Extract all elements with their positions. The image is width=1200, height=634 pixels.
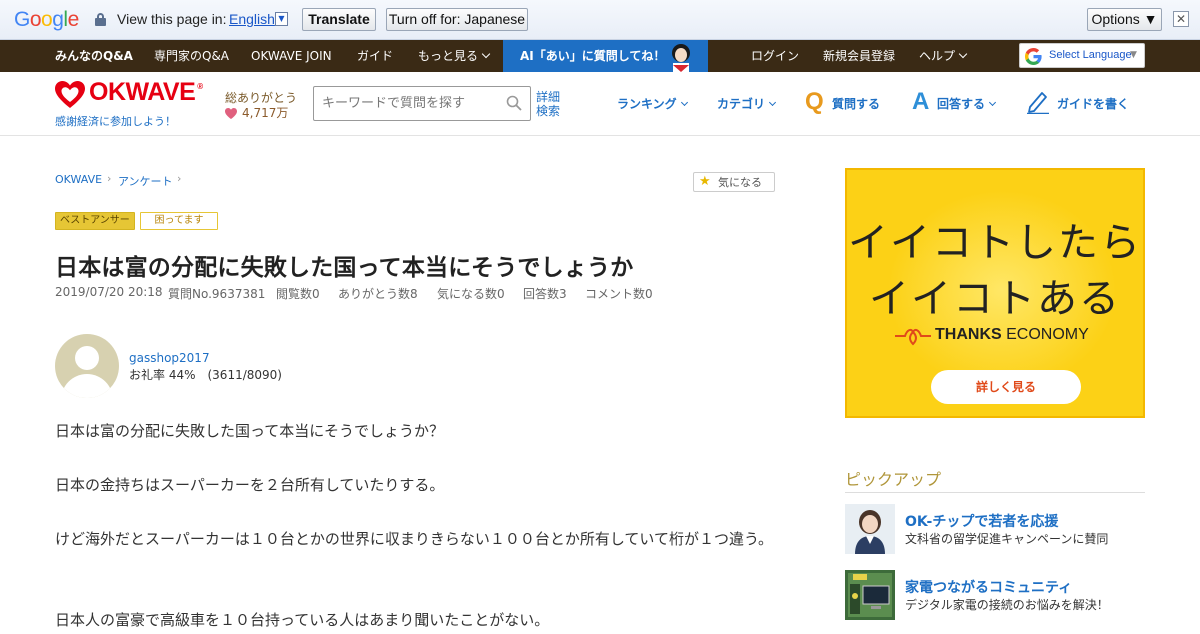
comment-count: コメント数0 (585, 287, 653, 301)
pickup-item-desc: 文科省の留学促進キャンペーンに賛同 (905, 532, 1109, 546)
answer-menu[interactable]: 回答する (937, 95, 997, 112)
learn-more-button[interactable]: 詳しく見る (931, 370, 1081, 404)
google-logo: Google (14, 8, 79, 31)
view-count: 閲覧数0 (276, 287, 320, 301)
ad-headline-2: イイコトある (869, 276, 1121, 322)
kininaru-count: 気になる数0 (437, 287, 505, 301)
question-title: 日本は富の分配に失敗した国って本当にそうでしょうか (55, 255, 634, 281)
brand-bold: THANKS (935, 326, 1002, 343)
ask-question-link[interactable]: 質問する (832, 95, 880, 112)
dropdown-arrow-icon: ▼ (1130, 50, 1137, 60)
chevron-down-icon (768, 98, 777, 107)
translate-button[interactable]: Translate (302, 8, 376, 31)
chevron-down-icon (481, 49, 491, 59)
lock-icon (95, 13, 106, 26)
question-body-paragraph: 日本の金持ちはスーパーカーを２台所有していたりする。 (55, 476, 445, 494)
category-label: カテゴリ (717, 97, 766, 111)
question-number: 質問No.9637381 (168, 287, 266, 301)
search-box (313, 86, 531, 121)
help-menu[interactable]: ヘルプ (919, 40, 968, 72)
chevron-down-icon (680, 98, 688, 107)
ai-banner-text: AI「あい」に質問してね！ (520, 49, 666, 63)
pickup-item-desc: デジタル家電の接続のお悩みを解決！ (905, 598, 1109, 612)
category-menu[interactable]: カテゴリ (717, 95, 777, 112)
brand-text: THANKS ECONOMY (935, 326, 1089, 344)
write-guide-link[interactable]: ガイドを書く (1057, 95, 1129, 112)
question-date: 2019/07/20 20:18 (55, 285, 163, 299)
breadcrumb-survey[interactable]: アンケート (118, 173, 173, 189)
answer-count: 回答数3 (523, 287, 567, 301)
ad-headline-1: イイコトしたら (848, 220, 1142, 266)
thanks-count: ありがとう数8 (338, 287, 418, 301)
ai-character-icon (672, 44, 690, 72)
login-link[interactable]: ログイン (751, 40, 799, 72)
chevron-down-icon (988, 98, 997, 107)
kininaru-label: 気になる (718, 176, 762, 189)
chevron-right-icon: › (107, 172, 112, 185)
thanks-economy-ad[interactable]: イイコトしたら イイコトある THANKS ECONOMY 詳しく見る (845, 168, 1145, 418)
pickup-thumbnail[interactable] (845, 504, 895, 554)
select-language-dropdown[interactable]: Select Language ▼ (1019, 43, 1145, 68)
logo-text: OKWAVE (89, 78, 196, 106)
total-thanks-count: 4,717万 (242, 106, 289, 120)
pickup-item-title[interactable]: 家電つながるコミュニティ (905, 577, 1072, 597)
ai-question-banner[interactable]: AI「あい」に質問してね！ (503, 40, 708, 72)
search-input[interactable] (322, 87, 502, 120)
student-photo-icon (845, 504, 895, 554)
okwave-heart-logo-icon[interactable] (55, 81, 85, 109)
logo-tagline[interactable]: 感謝経済に参加しよう！ (55, 113, 176, 129)
site-header: OKWAVE® 感謝経済に参加しよう！ 総ありがとう 4,717万 詳細検索 ラ… (0, 72, 1200, 136)
nav-more-label: もっと見る (418, 49, 479, 63)
select-language-label: Select Language (1049, 49, 1132, 61)
nav-guide[interactable]: ガイド (357, 40, 393, 72)
kininaru-button[interactable]: ★ 気になる (693, 172, 775, 192)
pickup-heading: ピックアップ (845, 466, 1145, 493)
answer-label: 回答する (937, 97, 986, 111)
question-q-icon: Q (805, 88, 824, 115)
star-icon: ★ (699, 174, 711, 189)
pickup-thumbnail[interactable] (845, 570, 895, 620)
google-translate-bar: Google View this page in: English ▼ Tran… (0, 0, 1200, 40)
okwave-logo[interactable]: OKWAVE ® (89, 78, 203, 107)
username-link[interactable]: gasshop2017 (129, 351, 210, 365)
thanks-rate: お礼率 44% (3611/8090) (129, 368, 282, 382)
knot-heart-icon (895, 328, 931, 346)
register-link[interactable]: 新規会員登録 (823, 40, 895, 72)
best-answer-badge: ベストアンサー (55, 212, 135, 230)
trouble-badge: 困ってます (140, 212, 218, 230)
options-button[interactable]: Options ▼ (1087, 8, 1162, 31)
search-icon[interactable] (506, 95, 522, 111)
nav-okwave-join[interactable]: OKWAVE JOIN (251, 40, 332, 72)
breadcrumb-okwave[interactable]: OKWAVE (55, 173, 102, 186)
nav-expert-qa[interactable]: 専門家のQ&A (154, 40, 229, 72)
language-link[interactable]: English (229, 11, 275, 27)
close-icon[interactable]: ✕ (1173, 11, 1189, 27)
brand-rest: ECONOMY (1001, 326, 1089, 343)
view-page-in-label: View this page in: (117, 11, 227, 27)
turn-off-button[interactable]: Turn off for: Japanese (386, 8, 528, 31)
language-dropdown-icon[interactable]: ▼ (275, 12, 288, 26)
google-g-icon (1025, 48, 1042, 65)
nav-more[interactable]: もっと見る (418, 40, 491, 72)
pen-icon (1027, 92, 1049, 114)
chevron-right-icon: › (177, 172, 182, 185)
ranking-label: ランキング (617, 97, 677, 111)
question-body-paragraph: けど海外だとスーパーカーは１０台とかの世界に収まりきらない１００台とか所有してい… (55, 530, 774, 548)
answer-a-icon: A (912, 88, 930, 115)
question-body-paragraph: 日本は富の分配に失敗した国って本当にそうでしょうか？ (55, 422, 444, 440)
nav-minna-qa[interactable]: みんなのQ&A (55, 40, 133, 72)
registered-mark: ® (197, 81, 203, 91)
avatar[interactable] (55, 334, 119, 398)
help-label: ヘルプ (919, 49, 956, 63)
advanced-search-link[interactable]: 詳細検索 (536, 90, 566, 118)
appliance-community-icon (845, 570, 895, 620)
chevron-down-icon (958, 49, 968, 59)
ranking-menu[interactable]: ランキング (617, 95, 688, 112)
heart-icon (225, 108, 237, 119)
pickup-item-title[interactable]: OK-チップで若者を応援 (905, 511, 1058, 531)
